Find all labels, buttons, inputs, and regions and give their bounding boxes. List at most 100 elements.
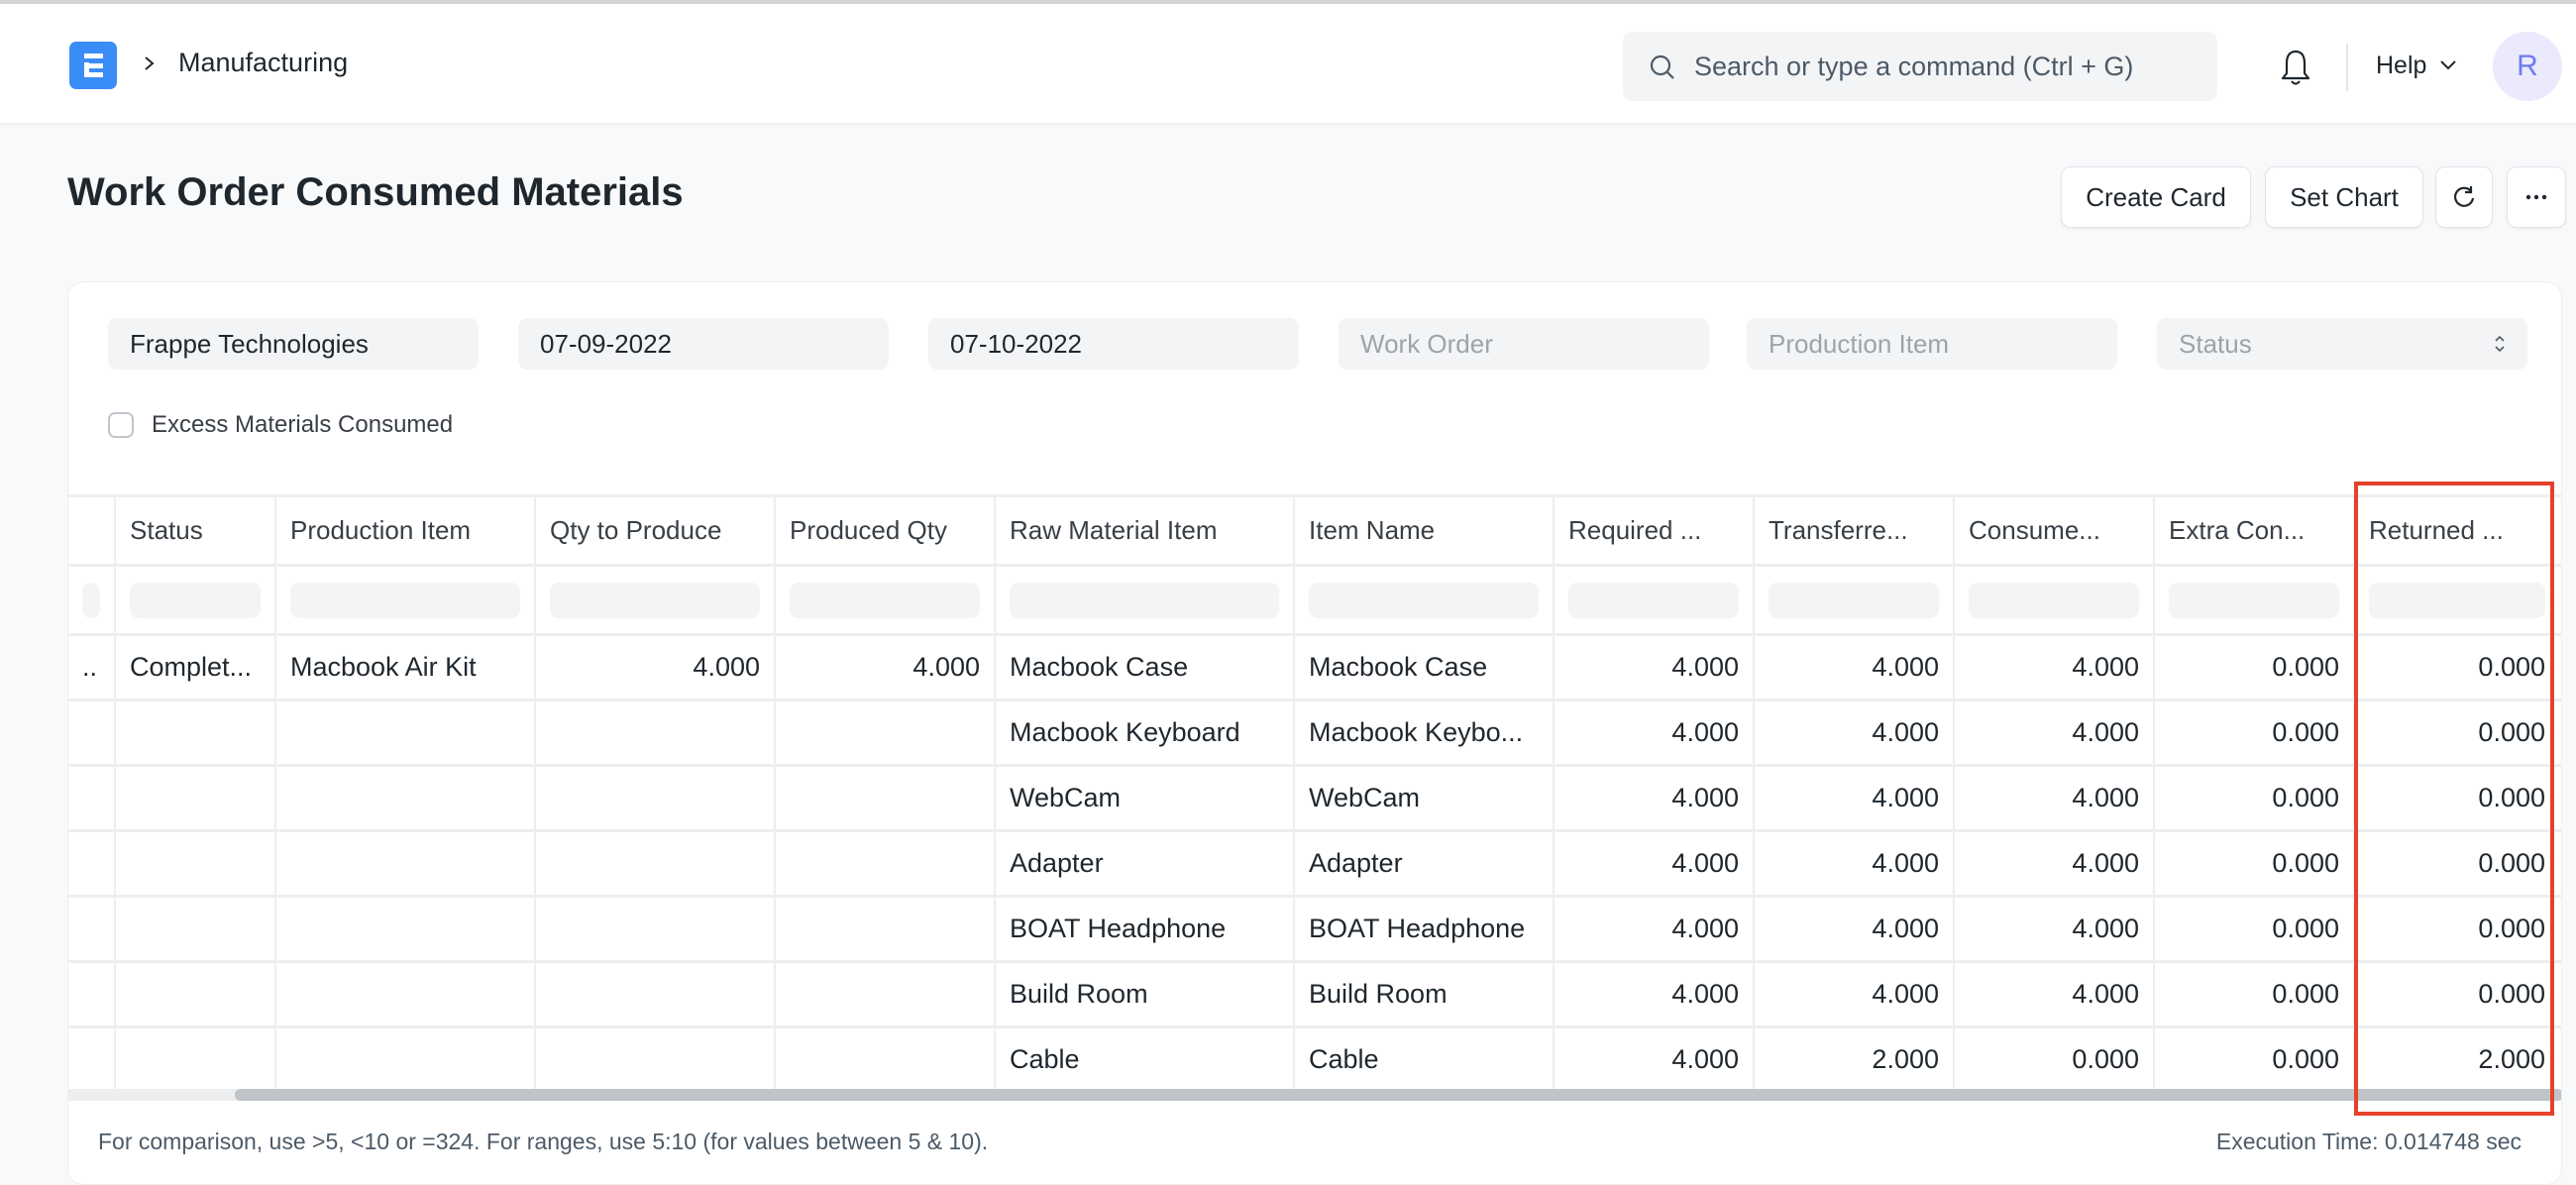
table-cell[interactable]: 0.000 (2155, 767, 2355, 829)
table-cell[interactable]: 0.000 (2155, 832, 2355, 895)
table-cell[interactable]: 0.000 (2355, 963, 2559, 1025)
table-cell[interactable]: 4.000 (1755, 767, 1955, 829)
column-filter-input[interactable] (2169, 582, 2339, 618)
table-cell[interactable]: 4.000 (1955, 898, 2155, 960)
table-cell[interactable] (68, 963, 116, 1025)
to-date-filter[interactable] (928, 318, 1299, 370)
table-cell[interactable]: Build Room (996, 963, 1295, 1025)
company-filter[interactable] (108, 318, 479, 370)
table-cell[interactable]: Macbook Keyboard (996, 701, 1295, 764)
scrollbar-thumb[interactable] (235, 1089, 2561, 1101)
table-cell[interactable]: 0.000 (1955, 1028, 2155, 1089)
notification-bell-icon[interactable] (2279, 48, 2312, 87)
table-cell[interactable]: 4.000 (536, 636, 776, 699)
column-header[interactable]: Consume... (1955, 497, 2155, 564)
table-cell[interactable] (776, 767, 996, 829)
column-filter-input[interactable] (1010, 582, 1279, 618)
table-cell[interactable] (536, 832, 776, 895)
table-cell[interactable] (776, 1028, 996, 1089)
table-cell[interactable]: 2.000 (2355, 1028, 2559, 1089)
table-cell[interactable] (68, 898, 116, 960)
column-filter-input[interactable] (1969, 582, 2139, 618)
refresh-button[interactable] (2435, 166, 2493, 228)
column-header[interactable]: Qty to Produce (536, 497, 776, 564)
table-cell[interactable]: 2.000 (1755, 1028, 1955, 1089)
table-cell[interactable] (776, 963, 996, 1025)
table-cell[interactable] (276, 898, 536, 960)
table-cell[interactable] (68, 832, 116, 895)
table-cell[interactable]: 4.000 (1555, 701, 1755, 764)
status-select[interactable]: Status (2157, 318, 2527, 370)
table-cell[interactable]: BOAT Headphone (996, 898, 1295, 960)
table-cell[interactable] (116, 963, 276, 1025)
table-cell[interactable]: 0.000 (2355, 898, 2559, 960)
table-cell[interactable] (776, 832, 996, 895)
excess-materials-checkbox-row[interactable]: Excess Materials Consumed (108, 411, 453, 439)
table-cell[interactable]: 0.000 (2155, 898, 2355, 960)
table-cell[interactable]: BOAT Headphone (1295, 898, 1555, 960)
table-cell[interactable]: 0.000 (2155, 1028, 2355, 1089)
breadcrumb-manufacturing[interactable]: Manufacturing (178, 48, 348, 78)
table-cell[interactable] (116, 898, 276, 960)
column-filter-input[interactable] (1568, 582, 1739, 618)
table-cell[interactable]: 0.000 (2155, 963, 2355, 1025)
table-cell[interactable] (276, 701, 536, 764)
table-cell[interactable]: 4.000 (1555, 898, 1755, 960)
table-cell[interactable]: Cable (1295, 1028, 1555, 1089)
table-cell[interactable]: 4.000 (1955, 636, 2155, 699)
table-cell[interactable] (276, 1028, 536, 1089)
table-cell[interactable]: 4.000 (1755, 832, 1955, 895)
table-cell[interactable]: 4.000 (1755, 701, 1955, 764)
table-cell[interactable]: WebCam (1295, 767, 1555, 829)
table-cell[interactable]: 0.000 (2155, 636, 2355, 699)
table-cell[interactable]: 0.000 (2355, 767, 2559, 829)
more-options-button[interactable] (2507, 166, 2566, 228)
table-cell[interactable]: 4.000 (1755, 963, 1955, 1025)
table-cell[interactable] (276, 963, 536, 1025)
table-cell[interactable]: Macbook Case (1295, 636, 1555, 699)
table-cell[interactable]: Complet... (116, 636, 276, 699)
table-cell[interactable] (116, 1028, 276, 1089)
table-cell[interactable]: 4.000 (1555, 963, 1755, 1025)
table-cell[interactable] (116, 832, 276, 895)
production-item-filter[interactable] (1747, 318, 2117, 370)
horizontal-scrollbar[interactable] (68, 1089, 2561, 1101)
table-cell[interactable]: 0.000 (2355, 832, 2559, 895)
table-cell[interactable]: 4.000 (1955, 701, 2155, 764)
table-cell[interactable]: 0.000 (2155, 701, 2355, 764)
table-cell[interactable] (536, 701, 776, 764)
table-cell[interactable]: Macbook Case (996, 636, 1295, 699)
table-cell[interactable]: Adapter (996, 832, 1295, 895)
table-cell[interactable]: 4.000 (1755, 636, 1955, 699)
column-header[interactable]: Production Item (276, 497, 536, 564)
column-filter-input[interactable] (82, 582, 100, 618)
table-cell[interactable] (776, 898, 996, 960)
table-cell[interactable]: 4.000 (1955, 767, 2155, 829)
table-cell[interactable] (116, 701, 276, 764)
table-cell[interactable] (536, 963, 776, 1025)
column-filter-input[interactable] (1769, 582, 1939, 618)
table-cell[interactable]: Cable (996, 1028, 1295, 1089)
table-cell[interactable] (276, 832, 536, 895)
table-cell[interactable] (536, 898, 776, 960)
from-date-filter[interactable] (518, 318, 889, 370)
column-header[interactable]: Raw Material Item (996, 497, 1295, 564)
column-header[interactable]: Produced Qty (776, 497, 996, 564)
table-cell[interactable]: 4.000 (1955, 832, 2155, 895)
search-input[interactable] (1694, 46, 2190, 87)
column-header[interactable]: Transferre... (1755, 497, 1955, 564)
table-cell[interactable]: 4.000 (1555, 767, 1755, 829)
chevron-down-icon[interactable] (2439, 59, 2457, 71)
table-cell[interactable]: .. (68, 636, 116, 699)
table-cell[interactable]: Adapter (1295, 832, 1555, 895)
table-cell[interactable]: Build Room (1295, 963, 1555, 1025)
table-cell[interactable] (776, 701, 996, 764)
column-filter-input[interactable] (130, 582, 261, 618)
table-cell[interactable]: 4.000 (1555, 832, 1755, 895)
table-cell[interactable]: 4.000 (1955, 963, 2155, 1025)
table-cell[interactable] (68, 767, 116, 829)
table-cell[interactable]: WebCam (996, 767, 1295, 829)
table-cell[interactable] (536, 767, 776, 829)
table-cell[interactable]: Macbook Keybo... (1295, 701, 1555, 764)
table-cell[interactable] (68, 1028, 116, 1089)
